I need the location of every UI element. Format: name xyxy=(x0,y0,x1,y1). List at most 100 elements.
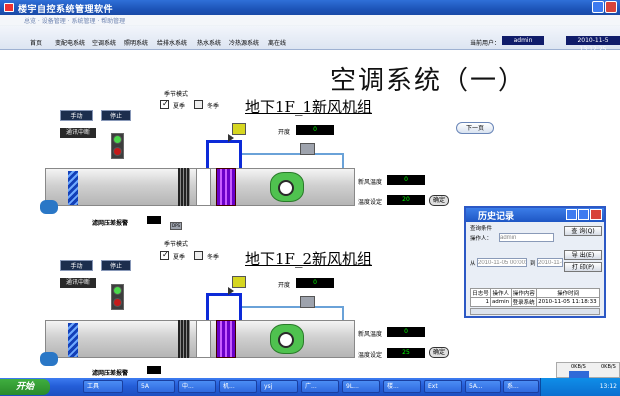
menu-lighting[interactable]: 照明系统 xyxy=(124,38,148,47)
task-item-9[interactable]: Ext xyxy=(424,380,462,393)
unit1-season-label: 季节模式 xyxy=(164,91,189,98)
task-item-4[interactable]: 机... xyxy=(219,380,257,393)
unit2-pipe xyxy=(206,293,242,296)
unit2-stop-button[interactable]: 停止 xyxy=(101,260,131,271)
unit1-winter-label: 冬季 xyxy=(207,103,220,110)
clock[interactable]: 13:12 xyxy=(600,383,617,390)
menu-online[interactable]: 离在线 xyxy=(268,38,286,47)
unit1-winter-checkbox[interactable] xyxy=(194,100,203,109)
unit1-inlet-damper xyxy=(40,200,58,214)
table-row[interactable]: 1 admin 登录系统 2010-11-05 11:18:33 xyxy=(470,297,600,307)
history-export-button[interactable]: 导 出(E) xyxy=(564,250,602,260)
menu-coldheat[interactable]: 冷热源系统 xyxy=(229,38,259,47)
history-minimize-button[interactable] xyxy=(566,209,577,220)
history-print-button[interactable]: 打 印(P) xyxy=(564,262,602,272)
task-item-11[interactable]: 系... xyxy=(503,380,539,393)
history-titlebar: 历史记录 xyxy=(466,208,604,222)
unit1-pipe-down2 xyxy=(239,140,242,170)
unit2-filter-alarm-label: 滤网压差报警 xyxy=(92,370,129,377)
unit1-set-button[interactable]: 确定 xyxy=(429,195,449,206)
history-to-label: 到 xyxy=(530,261,536,267)
window-titlebar: 楼宇自控系统管理软件 xyxy=(0,0,620,15)
unit1-filter xyxy=(178,168,190,206)
unit2-sensor-line xyxy=(242,306,342,308)
user-label: 当前用户： xyxy=(470,40,501,47)
task-item-2[interactable]: 5A xyxy=(137,380,175,393)
menu-home[interactable]: 首页 xyxy=(30,38,42,47)
valve-icon xyxy=(228,134,234,142)
breadcrumb: 总览 · 设备管理 · 系统管理 · 帮助管理 xyxy=(24,18,126,25)
unit2-fan-icon xyxy=(270,324,304,354)
unit1-title: 地下1F_1新风机组 xyxy=(245,98,372,116)
history-operator-label: 操作人： xyxy=(470,236,493,242)
unit2-temp-set-value[interactable]: 25 xyxy=(387,348,425,358)
task-item-10[interactable]: 5A... xyxy=(465,380,501,393)
table-header: 日志号 操作人 操作内容 操作时间 xyxy=(470,288,600,298)
task-item-3[interactable]: 中... xyxy=(178,380,216,393)
col-log-id: 日志号 xyxy=(470,288,491,298)
task-item-5[interactable]: ysj xyxy=(260,380,298,393)
unit1-run-lamp-icon xyxy=(113,135,122,144)
unit1-temp-set-value[interactable]: 20 xyxy=(387,195,425,205)
unit2-sensor-box xyxy=(300,296,315,308)
task-item-1[interactable]: 工具 xyxy=(83,380,123,393)
history-operator-input[interactable] xyxy=(499,233,554,242)
history-query-button[interactable]: 查 询(Q) xyxy=(564,226,602,236)
unit1-stop-button[interactable]: 停止 xyxy=(101,110,131,121)
app-icon xyxy=(4,3,14,12)
history-maximize-button[interactable] xyxy=(578,209,589,220)
datetime-field: 2010-11-5 13:12:25 xyxy=(566,36,620,53)
unit2-winter-checkbox[interactable] xyxy=(194,251,203,260)
unit2-inlet-damper xyxy=(40,352,58,366)
user-field: admin xyxy=(502,36,544,45)
unit2-season-label: 季节模式 xyxy=(164,241,189,248)
unit1-manual-button[interactable]: 手动 xyxy=(60,110,93,121)
speed-indicator xyxy=(569,371,589,378)
unit1-comm-status: 通讯中断 xyxy=(60,128,96,138)
unit2-coil xyxy=(216,320,236,358)
unit1-summer-checkbox[interactable]: ✓ xyxy=(160,99,169,109)
menu-bar: 首页 变配电系统 空调系统 照明系统 给排水系统 热水系统 冷热源系统 离在线 … xyxy=(0,26,620,53)
valve-actuator-icon xyxy=(232,123,246,135)
history-close-button[interactable] xyxy=(590,209,602,220)
unit1-coil xyxy=(216,168,236,206)
next-page-button[interactable]: 下一页 xyxy=(456,122,494,134)
start-button[interactable]: 开始 xyxy=(0,379,50,395)
unit1-section xyxy=(196,168,211,206)
menu-water[interactable]: 给排水系统 xyxy=(157,38,187,47)
unit1-sensor-box xyxy=(300,143,315,155)
menu-power[interactable]: 变配电系统 xyxy=(55,38,85,47)
menu-hotwater[interactable]: 热水系统 xyxy=(197,38,221,47)
col-operator: 操作人 xyxy=(489,288,512,298)
unit2-set-button[interactable]: 确定 xyxy=(429,347,449,358)
close-button[interactable] xyxy=(605,1,617,13)
history-to-input[interactable] xyxy=(537,258,563,267)
history-from-input[interactable] xyxy=(477,258,527,267)
window-title: 楼宇自控系统管理软件 xyxy=(18,5,114,15)
history-dialog: 历史记录 查询条件 操作人： 查 询(Q) 导 出(E) 从 到 打 印(P) … xyxy=(464,206,606,318)
speed-a: 0KB/S xyxy=(571,364,586,370)
col-time: 操作时间 xyxy=(536,288,600,298)
menu-hvac[interactable]: 空调系统 xyxy=(92,38,116,47)
task-item-8[interactable]: 楼... xyxy=(383,380,421,393)
unit1-fan-icon xyxy=(270,172,304,202)
unit2-temp-set-label: 温度设定 xyxy=(358,352,383,359)
unit2-summer-checkbox[interactable]: ✓ xyxy=(160,250,169,260)
system-tray: 13:12 xyxy=(540,378,620,396)
minimize-button[interactable] xyxy=(592,1,604,13)
unit1-supply-temp-value: 0 xyxy=(387,175,425,185)
unit2-fault-lamp-icon xyxy=(113,298,122,307)
unit2-title: 地下1F_2新风机组 xyxy=(245,250,372,268)
unit1-filter-alarm-label: 滤网压差报警 xyxy=(92,220,129,227)
taskbar: 开始 工具 5A 中... 机... ysj 广... 9L... 楼... E… xyxy=(0,378,620,396)
unit2-filter-stripes xyxy=(68,323,78,357)
unit2-manual-button[interactable]: 手动 xyxy=(60,260,93,271)
unit1-filter-alarm-lamp xyxy=(147,216,161,224)
cell-action: 登录系统 xyxy=(510,297,538,307)
unit1-pipe-down xyxy=(206,140,209,170)
unit2-opening-value: 0 xyxy=(296,278,334,288)
task-item-7[interactable]: 9L... xyxy=(342,380,380,393)
task-item-6[interactable]: 广... xyxy=(301,380,339,393)
history-scrollbar[interactable] xyxy=(470,308,600,315)
unit2-filter-alarm-lamp xyxy=(147,366,161,374)
